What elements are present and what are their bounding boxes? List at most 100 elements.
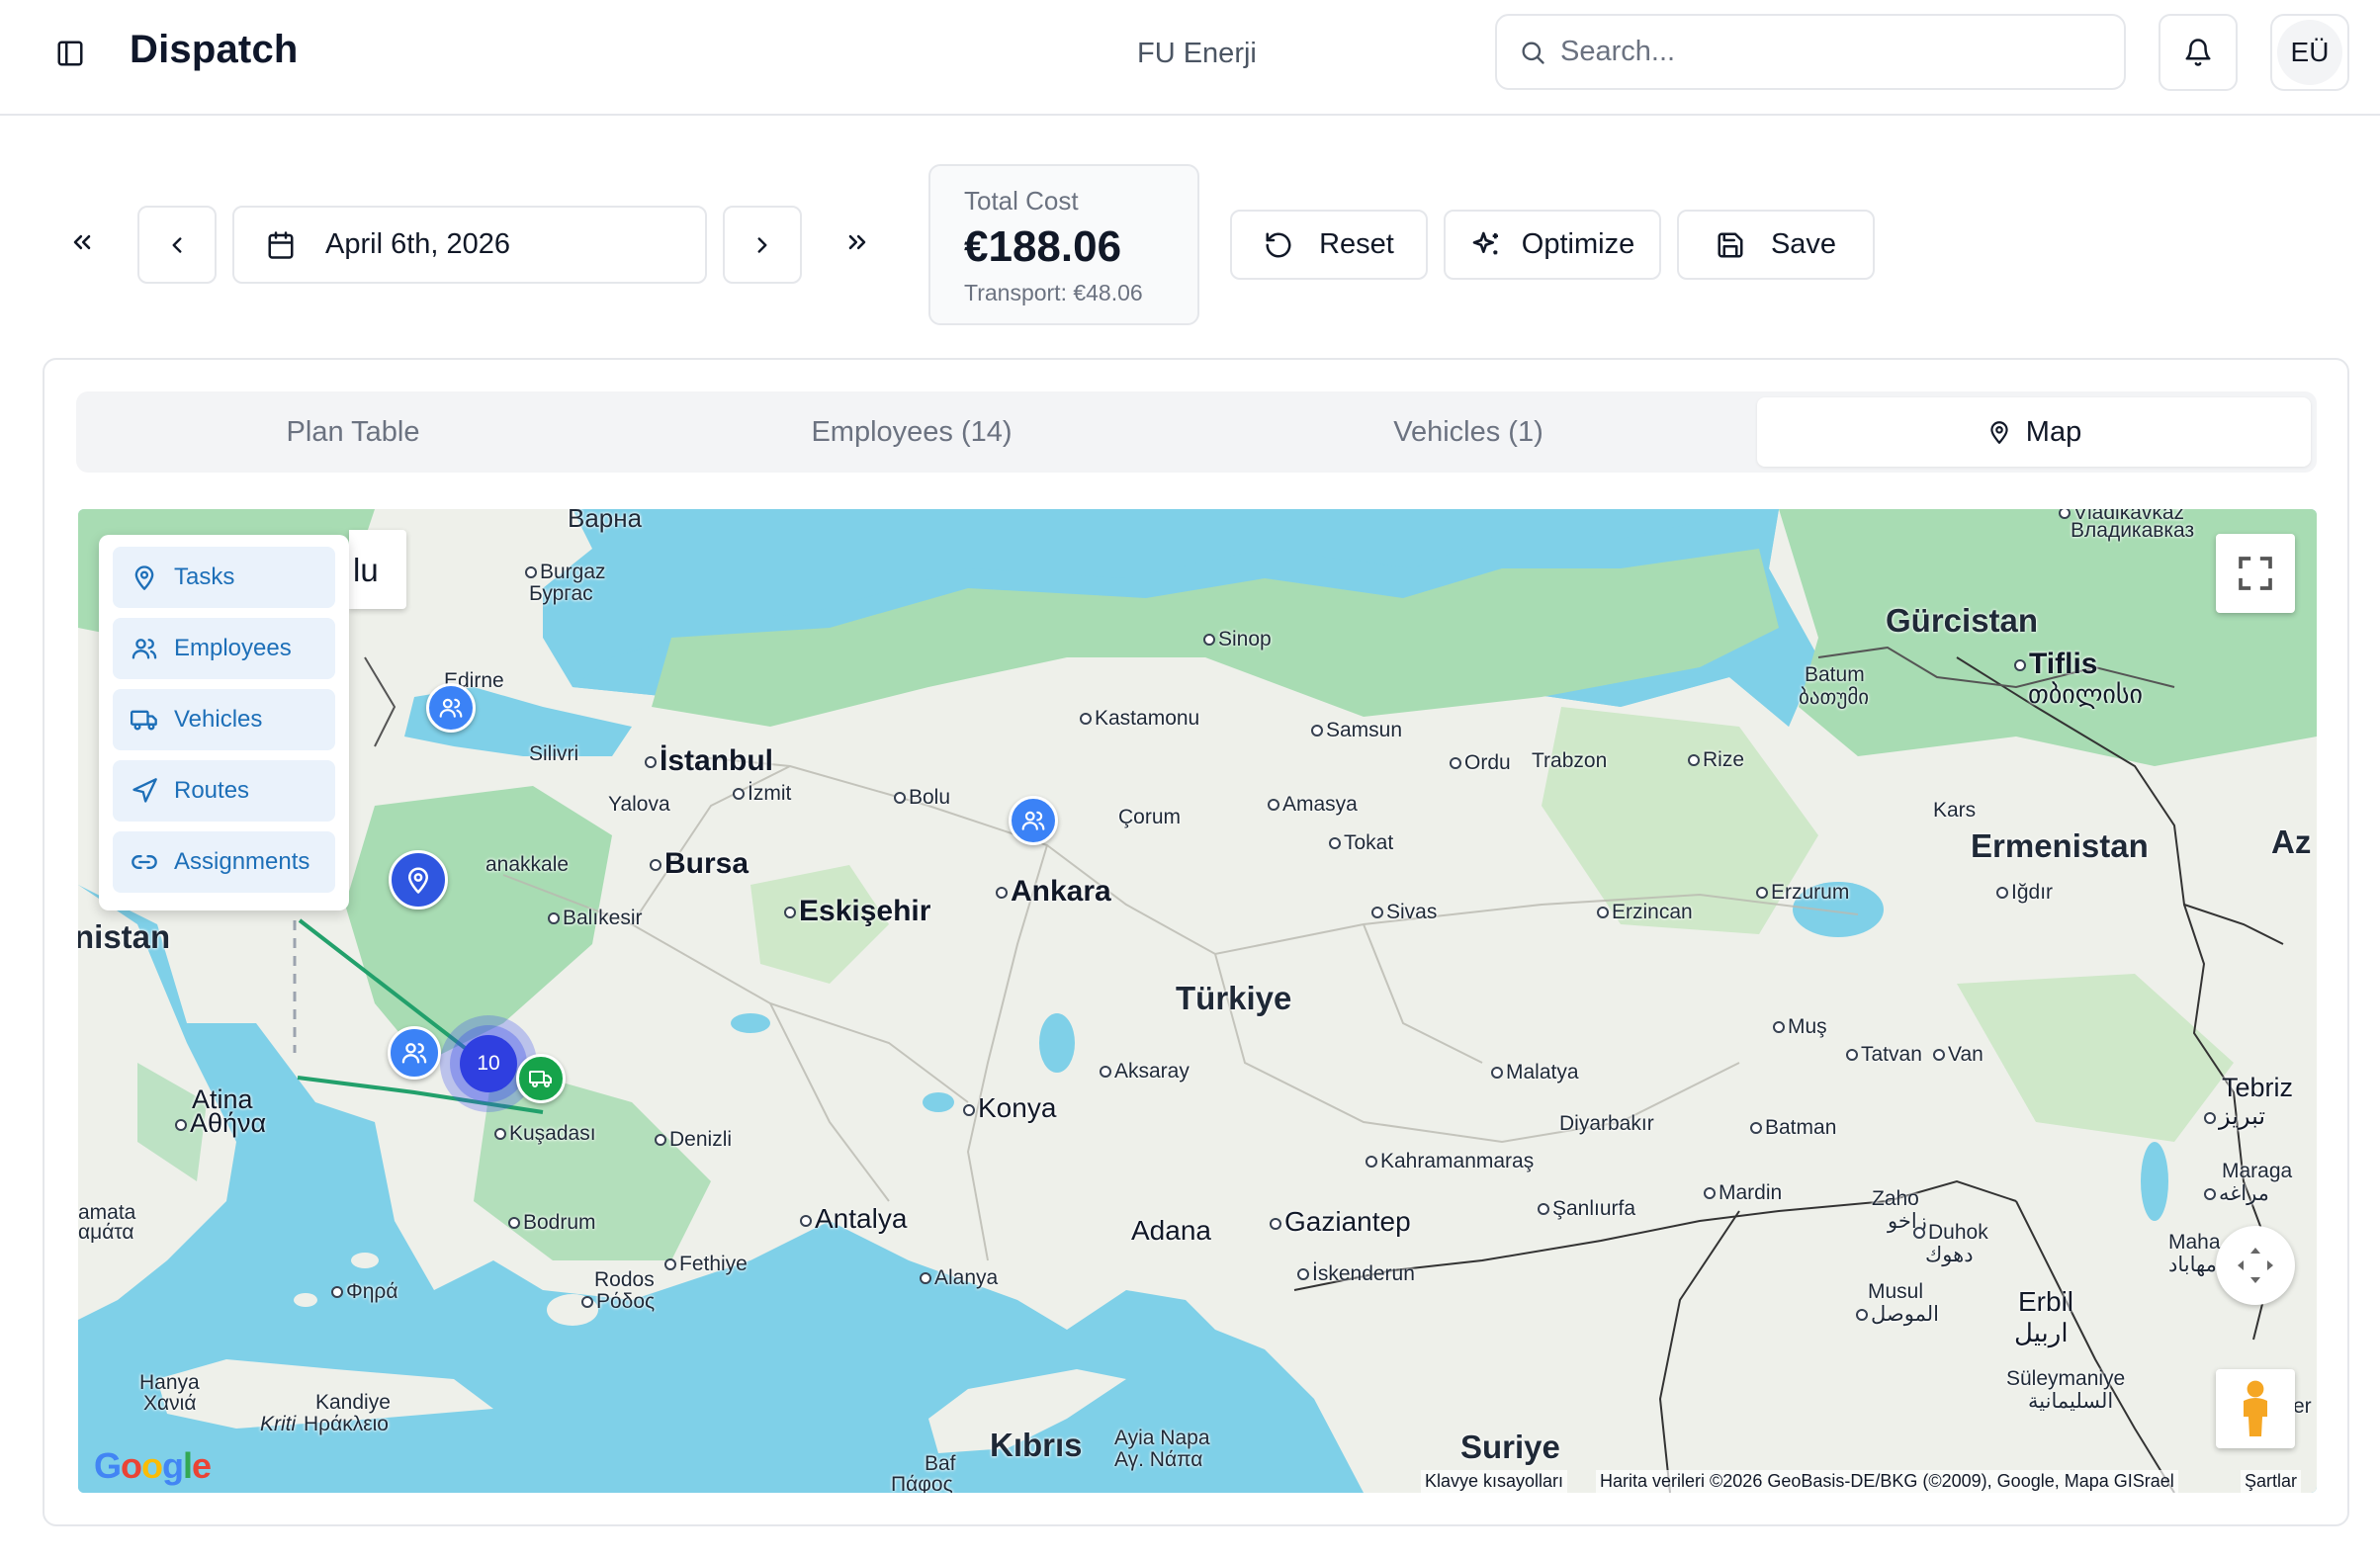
tab-plan-table[interactable]: Plan Table bbox=[76, 397, 630, 467]
map-label: Ayia Napa bbox=[1114, 1427, 1210, 1449]
map-label: Ρόδος bbox=[581, 1290, 655, 1314]
previous-day-button[interactable] bbox=[137, 206, 217, 284]
map-label: Sinop bbox=[1203, 628, 1272, 651]
avatar-initials: EÜ bbox=[2277, 20, 2342, 85]
optimize-button[interactable]: Optimize bbox=[1444, 210, 1661, 280]
tab-employees[interactable]: Employees (14) bbox=[635, 397, 1189, 467]
marker-cluster[interactable]: 10 bbox=[460, 1035, 517, 1092]
tab-vehicles[interactable]: Vehicles (1) bbox=[1191, 397, 1745, 467]
total-cost-label: Total Cost bbox=[964, 186, 1079, 216]
map-label: Rize bbox=[1688, 748, 1744, 772]
truck-icon bbox=[131, 706, 158, 734]
map-label: Erzincan bbox=[1597, 901, 1693, 924]
search-input[interactable] bbox=[1560, 36, 2094, 68]
save-icon bbox=[1716, 230, 1745, 260]
layer-toggle-vehicles[interactable]: Vehicles bbox=[113, 689, 335, 750]
total-cost-card: Total Cost €188.06 Transport: €48.06 bbox=[928, 164, 1199, 325]
truck-icon bbox=[529, 1067, 553, 1090]
notifications-button[interactable] bbox=[2159, 14, 2238, 91]
map-label: Erbil bbox=[2018, 1286, 2074, 1317]
map-label: Ηράκλειο bbox=[304, 1413, 389, 1435]
map-label: Gaziantep bbox=[1270, 1206, 1411, 1238]
keyboard-shortcuts-link[interactable]: Klavye kısayolları bbox=[1421, 1470, 1568, 1493]
map-label: Ordu bbox=[1450, 751, 1511, 775]
map-label: Bursa bbox=[650, 847, 749, 881]
google-logo-letter: g bbox=[162, 1445, 184, 1486]
street-view-pegman-button[interactable] bbox=[2216, 1369, 2295, 1448]
users-icon bbox=[438, 695, 464, 721]
layer-toggle-assignments[interactable]: Assignments bbox=[113, 831, 335, 893]
company-name: FU Enerji bbox=[1137, 38, 1257, 69]
total-cost-value: €188.06 bbox=[964, 222, 1122, 271]
map-label: Balıkesir bbox=[548, 907, 643, 930]
map-label: Eskişehir bbox=[784, 895, 930, 928]
map-label: Kahramanmaraş bbox=[1366, 1150, 1534, 1173]
map-type-control[interactable]: lu bbox=[349, 530, 406, 609]
user-avatar-button[interactable]: EÜ bbox=[2270, 14, 2349, 91]
map-label: Batum bbox=[1805, 663, 1865, 686]
pegman-icon bbox=[2238, 1379, 2273, 1438]
date-picker-button[interactable]: April 6th, 2026 bbox=[232, 206, 707, 284]
camera-control-button[interactable] bbox=[2216, 1226, 2295, 1305]
sidebar-toggle-icon[interactable] bbox=[49, 33, 91, 74]
map-label: Az bbox=[2271, 823, 2312, 860]
map-label: Rodos bbox=[594, 1268, 655, 1291]
google-logo: Google bbox=[94, 1445, 212, 1487]
map-label: Sivas bbox=[1371, 901, 1437, 924]
employee-marker[interactable] bbox=[1009, 796, 1058, 845]
map-label: Süleymaniye bbox=[2006, 1367, 2126, 1390]
next-day-button[interactable] bbox=[723, 206, 802, 284]
map-label: Yalova bbox=[608, 793, 670, 816]
search-box[interactable] bbox=[1495, 14, 2126, 90]
map-label: Antalya bbox=[800, 1203, 907, 1235]
employee-marker[interactable] bbox=[426, 683, 476, 733]
vehicle-marker[interactable] bbox=[516, 1054, 566, 1103]
users-icon bbox=[1020, 808, 1046, 833]
map-label: مراغه bbox=[2204, 1181, 2269, 1206]
fullscreen-button[interactable] bbox=[2216, 534, 2295, 613]
search-icon bbox=[1519, 39, 1546, 66]
map-label: Kriti bbox=[260, 1413, 297, 1435]
calendar-icon bbox=[266, 230, 296, 260]
google-logo-letter: e bbox=[192, 1445, 212, 1486]
map-label: Van bbox=[1933, 1043, 1983, 1067]
map-label: Maha bbox=[2168, 1231, 2221, 1254]
map-label: Burgaz bbox=[525, 561, 606, 584]
map-label: Denizli bbox=[655, 1128, 732, 1152]
google-logo-letter: l bbox=[183, 1445, 193, 1486]
map-label: Suriye bbox=[1460, 1429, 1560, 1465]
map-label: Erzurum bbox=[1756, 881, 1849, 905]
task-marker[interactable] bbox=[389, 850, 448, 910]
previous-week-button[interactable] bbox=[57, 217, 107, 267]
map-label: Бургас bbox=[529, 582, 593, 605]
map-canvas[interactable]: Варна Burgaz Бургас Edirne Silivri İstan… bbox=[78, 509, 2317, 1493]
tab-map[interactable]: Map bbox=[1757, 397, 2311, 467]
users-icon bbox=[400, 1039, 428, 1067]
next-week-button[interactable] bbox=[833, 217, 882, 267]
layer-toggle-employees[interactable]: Employees bbox=[113, 618, 335, 679]
map-label: İskenderun bbox=[1297, 1262, 1415, 1286]
layer-toggle-routes[interactable]: Routes bbox=[113, 760, 335, 822]
layer-label: Assignments bbox=[174, 848, 310, 875]
map-label: Batman bbox=[1750, 1116, 1836, 1140]
map-label: Αγ. Νάπα bbox=[1114, 1448, 1203, 1471]
save-button[interactable]: Save bbox=[1677, 210, 1875, 280]
map-label: İstanbul bbox=[645, 744, 773, 778]
map-label: تبریز bbox=[2204, 1102, 2265, 1131]
chevrons-left-icon bbox=[68, 228, 96, 256]
map-label: Kuşadası bbox=[494, 1122, 596, 1146]
map-label: مهاباد bbox=[2168, 1254, 2217, 1276]
map-label: Kıbrıs bbox=[990, 1427, 1083, 1463]
map-label: Tokat bbox=[1329, 831, 1393, 855]
app-header: Dispatch FU Enerji EÜ bbox=[0, 0, 2380, 116]
map-label: Πάφος bbox=[891, 1473, 953, 1493]
layer-toggle-tasks[interactable]: Tasks bbox=[113, 547, 335, 608]
terms-link[interactable]: Şartlar bbox=[2241, 1470, 2302, 1493]
reset-button[interactable]: Reset bbox=[1230, 210, 1428, 280]
map-data-attribution: Harita verileri ©2026 GeoBasis-DE/BKG (©… bbox=[1596, 1470, 2178, 1493]
map-label: Amasya bbox=[1268, 793, 1358, 817]
map-label: Kastamonu bbox=[1080, 707, 1199, 731]
map-label: Bodrum bbox=[508, 1211, 596, 1235]
employee-marker[interactable] bbox=[388, 1026, 441, 1080]
map-layers-menu: Tasks Employees Vehicles Routes Assignme… bbox=[99, 535, 349, 910]
